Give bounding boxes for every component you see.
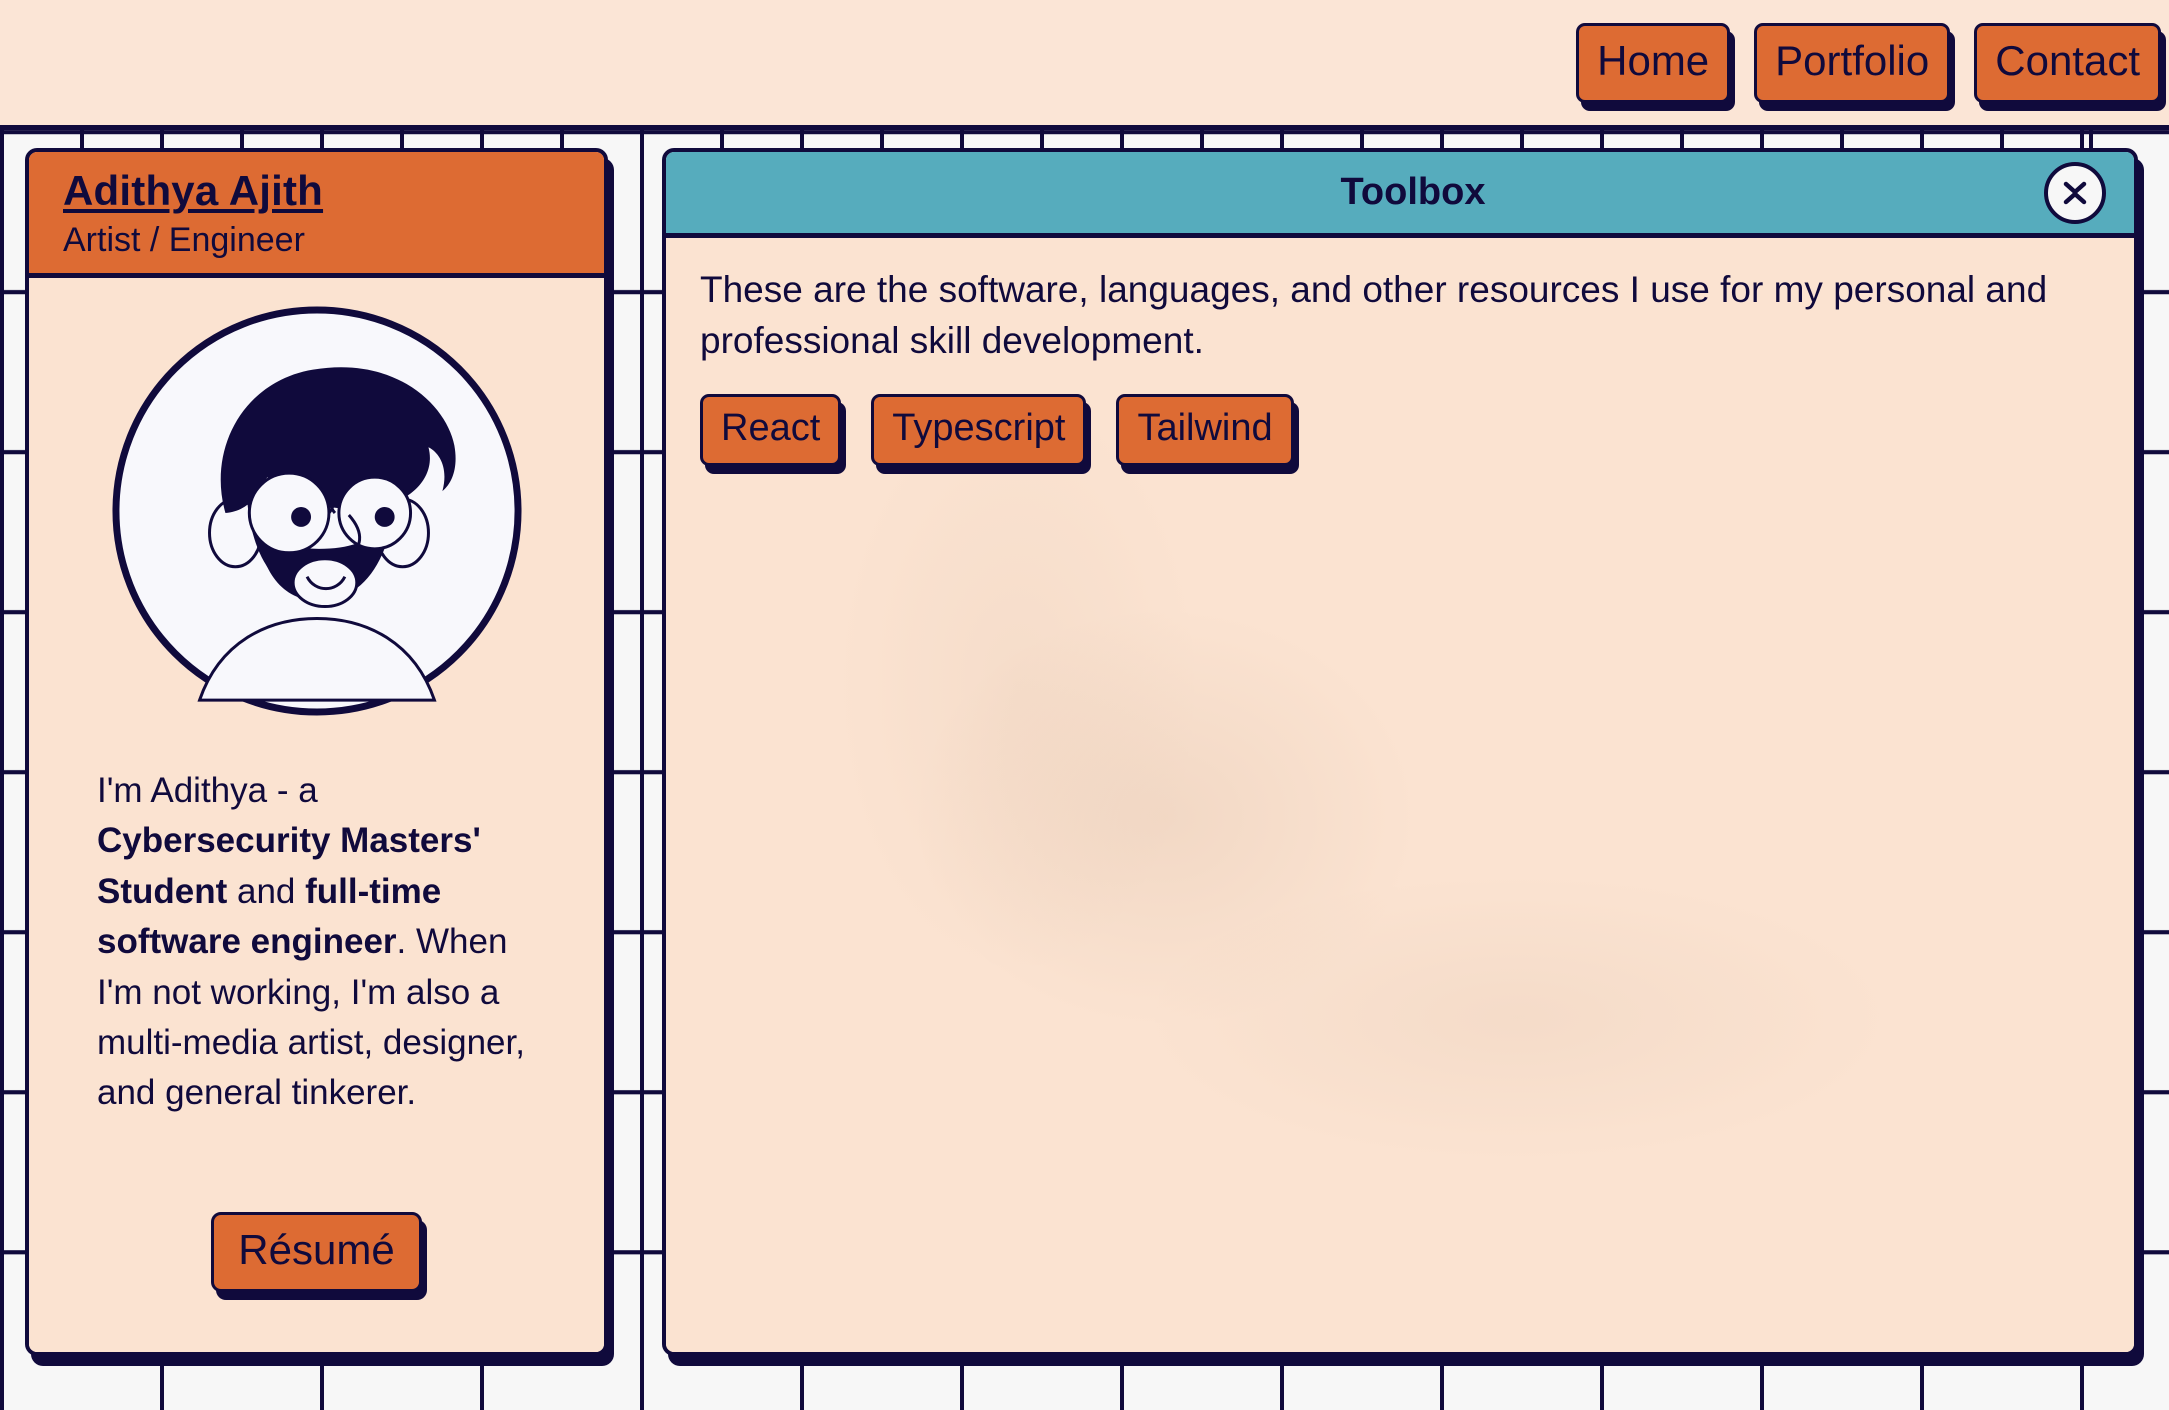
collapse-chevrons-icon[interactable]: [2044, 161, 2106, 224]
profile-card-body: I'm Adithya - a Cybersecurity Masters' S…: [29, 278, 604, 1352]
resume-button-wrapper: Résumé: [211, 1212, 422, 1292]
avatar-illustration-icon: [111, 306, 522, 716]
profile-name: Adithya Ajith: [63, 167, 324, 214]
skill-react-button[interactable]: React: [700, 394, 842, 467]
nav-home-button[interactable]: Home: [1576, 22, 1731, 103]
toolbox-body: These are the software, languages, and o…: [666, 238, 2134, 1352]
profile-card: Adithya Ajith Artist / Engineer I'm Adit…: [25, 148, 608, 1356]
resume-button[interactable]: Résumé: [211, 1212, 422, 1292]
profile-bio: I'm Adithya - a Cybersecurity Masters' S…: [97, 771, 525, 1113]
profile-role: Artist / Engineer: [63, 221, 305, 259]
nav-portfolio-button[interactable]: Portfolio: [1754, 22, 1951, 103]
skill-tailwind-button[interactable]: Tailwind: [1116, 394, 1294, 467]
top-navigation-bar: Home Portfolio Contact: [0, 0, 2169, 130]
nav-contact-button[interactable]: Contact: [1974, 22, 2161, 103]
skill-button-row: React Typescript Tailwind: [700, 394, 2100, 467]
skill-typescript-button[interactable]: Typescript: [871, 394, 1087, 467]
profile-card-header: Adithya Ajith Artist / Engineer: [29, 152, 604, 278]
toolbox-description: These are the software, languages, and o…: [700, 269, 2048, 362]
toolbox-window: Toolbox These are the software, language…: [662, 148, 2138, 1356]
toolbox-title: Toolbox: [1340, 171, 1486, 213]
collapse-chevrons-glyph: [2063, 181, 2087, 204]
toolbox-header: Toolbox: [666, 152, 2134, 238]
